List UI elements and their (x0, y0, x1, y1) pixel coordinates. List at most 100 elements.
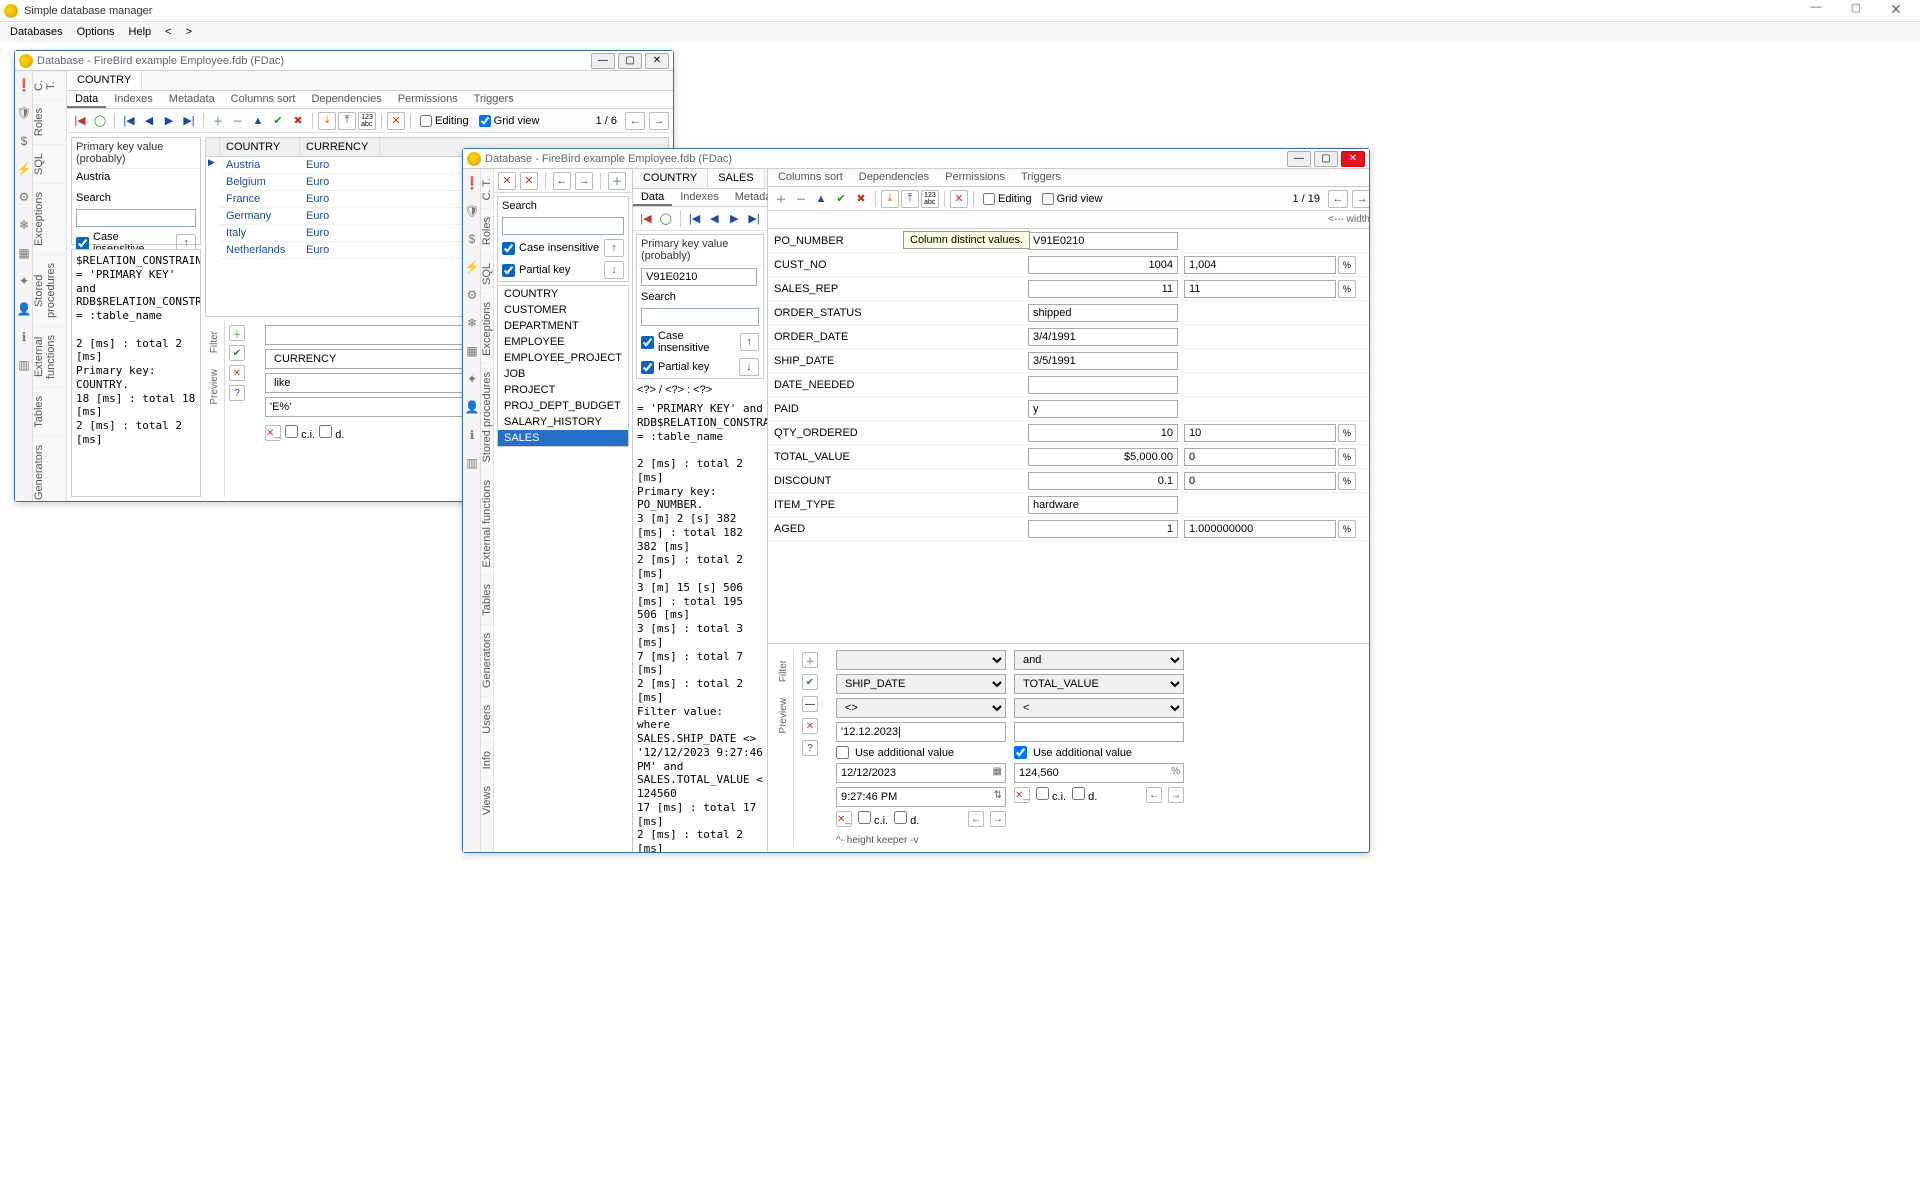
x2-icon[interactable]: ✕ (520, 172, 538, 190)
edit-icon[interactable]: ▲ (812, 190, 830, 208)
vtab-sql[interactable]: SQL (33, 144, 66, 183)
subtab-perms[interactable]: Permissions (937, 169, 1013, 186)
down-icon[interactable]: ↓ (739, 358, 759, 376)
add-icon[interactable]: ＋ (772, 190, 790, 208)
table-item[interactable]: PROJECT (498, 382, 628, 398)
filter-neutral-icon[interactable]: — (802, 696, 818, 712)
table-item[interactable]: CUSTOMER (498, 302, 628, 318)
minimize-button[interactable]: — (1796, 1, 1836, 21)
filter-tab[interactable]: Filter (778, 654, 789, 688)
ci-check[interactable] (502, 242, 515, 255)
field-value-input[interactable] (1028, 280, 1178, 298)
subtab-data[interactable]: Data (67, 91, 106, 108)
first-rec[interactable]: |◀ (686, 210, 704, 228)
d-flag[interactable]: d. (319, 425, 344, 441)
f2-andor[interactable]: and (1014, 650, 1184, 670)
vtab-generators[interactable]: Generators (33, 436, 66, 501)
last-rec[interactable]: ▶| (745, 210, 763, 228)
x1-icon[interactable]: ✕ (498, 172, 516, 190)
page-next[interactable]: → (1352, 190, 1369, 208)
calc-icon[interactable]: % (1171, 766, 1180, 777)
first-rec-icon[interactable]: |◀ (120, 112, 138, 130)
menu-help[interactable]: Help (123, 24, 158, 40)
subtab-triggers[interactable]: Triggers (466, 91, 522, 108)
vtab-users[interactable]: Users (481, 696, 493, 742)
field-value-input[interactable] (1028, 304, 1178, 322)
grid-icon[interactable]: ▦ (15, 239, 33, 267)
f2-value[interactable] (1014, 722, 1184, 742)
up-icon[interactable]: ↑ (740, 333, 759, 351)
filter-help-icon[interactable]: ? (229, 385, 245, 401)
f1-ci[interactable]: c.i. (858, 811, 888, 827)
menu-databases[interactable]: Databases (4, 24, 69, 40)
min-button[interactable]: — (591, 53, 615, 69)
vtab-extfn[interactable]: External functions (481, 471, 493, 575)
table-item[interactable]: COUNTRY (498, 286, 628, 302)
menu-prev[interactable]: < (159, 24, 177, 40)
field-value-input[interactable] (1028, 376, 1178, 394)
vtab-exceptions[interactable]: Exceptions (481, 293, 493, 364)
gridview-check[interactable]: Grid view (479, 115, 540, 127)
field-extra-input[interactable] (1184, 448, 1336, 466)
page-next[interactable]: → (649, 112, 669, 130)
vtab-tables[interactable]: Tables (481, 575, 493, 624)
search-input[interactable] (76, 209, 196, 227)
vtab-roles[interactable]: Roles (481, 208, 493, 253)
field-extra-input[interactable] (1184, 280, 1336, 298)
gear-icon[interactable]: ⚙ (463, 281, 481, 309)
star-icon[interactable]: ✦ (15, 267, 33, 295)
field-value-input[interactable] (1028, 424, 1178, 442)
field-value-input[interactable] (1028, 472, 1178, 490)
table-item[interactable]: EMPLOYEE (498, 334, 628, 350)
maximize-button[interactable]: ▢ (1836, 1, 1876, 21)
prev-rec-icon[interactable]: ◀ (140, 112, 158, 130)
edit-icon[interactable]: ▲ (249, 112, 267, 130)
f2-left-icon[interactable]: ← (1146, 787, 1162, 803)
percent-icon[interactable]: % (1338, 448, 1356, 466)
bolt-icon[interactable]: ⚡ (463, 253, 481, 281)
flag-icon[interactable]: ❗ (15, 71, 33, 99)
table-item[interactable]: EMPLOYEE_PROJECT (498, 350, 628, 366)
table-item[interactable]: DEPARTMENT (498, 318, 628, 334)
vtab-info[interactable]: Info (481, 742, 493, 777)
snow-icon[interactable]: ❄ (15, 211, 33, 239)
gear-icon[interactable]: ⚙ (15, 183, 33, 211)
first-icon[interactable]: |◀ (637, 210, 655, 228)
field-value-input[interactable] (1028, 520, 1178, 538)
preview-tab[interactable]: Preview (778, 692, 789, 740)
import-icon[interactable]: ⤒ (338, 112, 356, 130)
f1-d[interactable]: d. (894, 811, 919, 827)
subtab-perms[interactable]: Permissions (390, 91, 466, 108)
f1-time[interactable] (836, 787, 1006, 807)
user-icon[interactable]: 👤 (463, 393, 481, 421)
f1-blank[interactable] (836, 650, 1006, 670)
up-icon[interactable]: ↑ (604, 239, 624, 257)
gridview-check[interactable]: Grid view (1042, 193, 1103, 205)
subtab-colsort[interactable]: Columns sort (223, 91, 304, 108)
spinner-icon[interactable]: ⇅ (994, 790, 1002, 801)
last-rec-icon[interactable]: ▶| (180, 112, 198, 130)
subtab-indexes[interactable]: Indexes (106, 91, 161, 108)
subtab-indexes[interactable]: Indexes (672, 189, 727, 206)
right-icon[interactable]: → (575, 172, 593, 190)
subtab-triggers[interactable]: Triggers (1013, 169, 1069, 186)
field-value-input[interactable] (1028, 400, 1178, 418)
filter-clear-icon[interactable]: ✕ (229, 365, 245, 381)
page-prev[interactable]: ← (625, 112, 645, 130)
refresh-icon[interactable]: ◯ (657, 210, 675, 228)
max-button[interactable]: ▢ (618, 53, 642, 69)
vtab-tables[interactable]: Tables (33, 387, 66, 436)
tab-country[interactable]: COUNTRY (633, 169, 708, 188)
filter-off-icon[interactable]: ✕ (387, 112, 405, 130)
f1-x-icon[interactable]: ✕_ (836, 811, 852, 827)
pk-check[interactable] (502, 264, 515, 277)
page-prev[interactable]: ← (1328, 190, 1348, 208)
tab-country[interactable]: COUNTRY (67, 71, 142, 90)
next-rec[interactable]: ▶ (725, 210, 743, 228)
delete-icon[interactable]: － (229, 112, 247, 130)
plus-icon[interactable]: ＋ (608, 172, 626, 190)
percent-icon[interactable]: % (1338, 424, 1356, 442)
add-icon[interactable]: ＋ (209, 112, 227, 130)
left-icon[interactable]: ← (553, 172, 571, 190)
down-icon[interactable]: ↓ (604, 261, 624, 279)
